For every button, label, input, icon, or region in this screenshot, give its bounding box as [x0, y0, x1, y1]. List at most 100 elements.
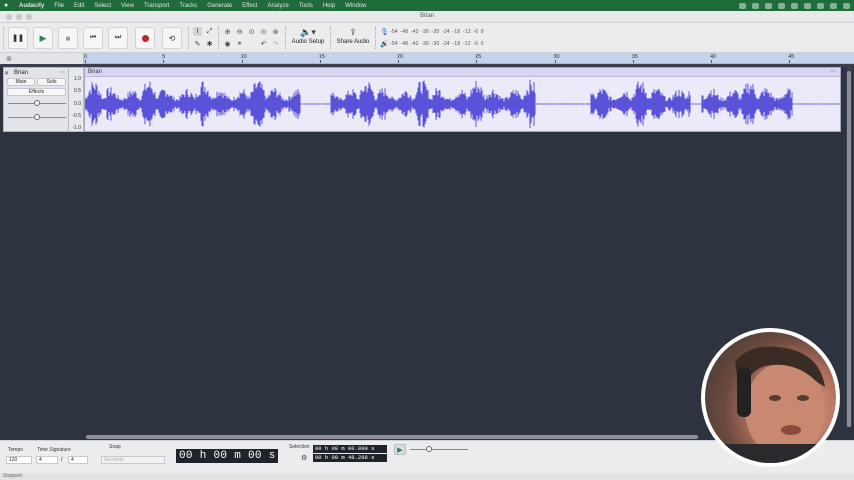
menu-item-effect[interactable]: Effect — [237, 3, 262, 9]
zoom-toggle-icon[interactable]: ⊛ — [271, 27, 280, 36]
apple-icon[interactable]: ● — [4, 2, 14, 9]
zoom-out-icon[interactable]: ⊖ — [235, 27, 244, 36]
menu-item-window[interactable]: Window — [340, 3, 371, 9]
mute-button[interactable]: Mute — [7, 78, 35, 86]
record-meter-scale: -54 -48 -42 -36 -30 -24 -18 -12 -6 0 — [390, 29, 484, 35]
fit-selection-icon[interactable]: ⊙ — [247, 27, 256, 36]
amplitude-tick: 0.5 — [74, 88, 81, 94]
pan-slider-knob[interactable] — [34, 114, 40, 120]
fit-project-icon[interactable]: ⊙ — [259, 27, 268, 36]
menu-item-view[interactable]: View — [116, 3, 139, 9]
playback-speed-knob[interactable] — [425, 446, 432, 452]
track-name[interactable]: Brian — [14, 70, 28, 76]
time-signature-denominator[interactable]: 4 — [68, 456, 88, 464]
status-icon[interactable] — [752, 2, 759, 9]
playback-meter[interactable]: 🔊 -54 -48 -42 -36 -30 -24 -18 -12 -6 0 — [380, 39, 505, 49]
menu-item-generate[interactable]: Generate — [202, 3, 237, 9]
redo-icon[interactable]: ↷ — [271, 39, 280, 48]
skip-end-button[interactable]: ⏭ — [108, 27, 128, 49]
vertical-scrollbar[interactable] — [846, 67, 852, 427]
pan-slider[interactable] — [8, 114, 66, 120]
menu-item-tracks[interactable]: Tracks — [174, 3, 202, 9]
ruler-tick-mark — [476, 60, 478, 63]
menu-item-audacity[interactable]: Audacity — [14, 3, 49, 9]
share-audio-button[interactable]: ⇪ Share Audio — [335, 26, 371, 50]
toolbar-grip[interactable] — [375, 27, 377, 49]
snap-select[interactable]: Seconds — [101, 456, 165, 464]
gain-slider-knob[interactable] — [34, 100, 40, 106]
time-signature-separator: / — [61, 457, 63, 463]
clip-menu-icon[interactable]: ⋯ — [830, 68, 836, 75]
control-center-icon[interactable] — [830, 2, 837, 9]
menu-item-transport[interactable]: Transport — [139, 3, 174, 9]
horizontal-scrollbar[interactable] — [86, 435, 698, 439]
selection-end-field[interactable]: 00 h 00 m 48.288 s — [313, 454, 387, 462]
menu-item-edit[interactable]: Edit — [69, 3, 89, 9]
selection-tool-icon[interactable]: I — [193, 27, 202, 36]
ruler-tick-mark — [398, 60, 399, 63]
clip-header[interactable]: Brian ⋯ — [85, 68, 840, 77]
selection-start-field[interactable]: 00 h 00 m 00.000 s — [313, 445, 387, 453]
tempo-field[interactable]: 120 — [6, 456, 32, 464]
ruler-tick-mark — [241, 60, 243, 63]
status-icon[interactable] — [739, 2, 746, 9]
close-track-icon[interactable]: ✕ — [4, 70, 9, 77]
toolbar-grip[interactable] — [285, 27, 287, 49]
record-meter[interactable]: 🎙 -54 -48 -42 -36 -30 -24 -18 -12 -6 0 — [380, 27, 505, 37]
undo-icon[interactable]: ↶ — [259, 39, 268, 48]
time-display[interactable]: 00 h 00 m 00 s — [176, 449, 278, 463]
effects-button[interactable]: Effects — [7, 88, 66, 96]
play-at-speed-button[interactable]: ▶ — [394, 444, 406, 455]
track-menu-icon[interactable]: ⋯ — [59, 69, 65, 76]
multi-tool-icon[interactable]: ✱ — [205, 39, 214, 48]
menu-item-help[interactable]: Help — [318, 3, 340, 9]
status-icon[interactable] — [791, 2, 798, 9]
pause-icon: ❚❚ — [12, 35, 24, 42]
playback-speed-slider[interactable] — [410, 446, 468, 452]
menu-item-analyze[interactable]: Analyze — [262, 3, 293, 9]
skip-start-button[interactable]: ⏮ — [83, 27, 103, 49]
silence-icon[interactable]: ⏸ — [235, 39, 244, 48]
menu-item-tools[interactable]: Tools — [294, 3, 318, 9]
toolbar-grip[interactable] — [218, 27, 220, 49]
toolbar-grip[interactable] — [3, 27, 5, 49]
timeline-ruler[interactable]: ⊚ 0 5 10 15 20 25 30 35 40 45 — [0, 53, 854, 64]
menu-item-file[interactable]: File — [49, 3, 69, 9]
ruler-tick-mark — [554, 60, 556, 63]
vertical-scrollbar-thumb[interactable] — [847, 71, 851, 427]
toolbar-grip[interactable] — [188, 27, 190, 49]
timeline-options-icon[interactable]: ⊚ — [6, 55, 12, 63]
status-icon[interactable] — [843, 2, 850, 9]
status-icon[interactable] — [778, 2, 785, 9]
pause-button[interactable]: ❚❚ — [8, 27, 28, 49]
record-icon — [141, 34, 149, 42]
zoom-in-icon[interactable]: ⊕ — [223, 27, 232, 36]
audio-clip[interactable]: Brian ⋯ — [84, 67, 841, 132]
playback-meter-scale: -54 -48 -42 -36 -30 -24 -18 -12 -6 0 — [390, 41, 484, 47]
status-icons — [739, 0, 850, 11]
time-signature-numerator[interactable]: 4 — [36, 456, 58, 464]
selection-options-icon[interactable]: ⚙ — [301, 454, 307, 462]
solo-button[interactable]: Solo — [37, 78, 66, 86]
ruler-lead: ⊚ — [0, 53, 84, 64]
status-icon[interactable] — [817, 2, 824, 9]
trim-icon[interactable]: ◉ — [223, 39, 232, 48]
wifi-icon[interactable] — [804, 2, 811, 9]
play-button[interactable]: ▶ — [33, 27, 53, 49]
stop-button[interactable]: ■ — [58, 27, 78, 49]
toolbar-grip[interactable] — [330, 27, 332, 49]
draw-tool-icon[interactable]: ✎ — [193, 39, 202, 48]
share-audio-label: Share Audio — [336, 39, 370, 45]
menu-item-select[interactable]: Select — [89, 3, 116, 9]
menu-bar: ● Audacity File Edit Select View Transpo… — [0, 0, 854, 11]
loop-button[interactable]: ⟲ — [162, 27, 182, 49]
audio-setup-button[interactable]: 🔈▾ Audio Setup — [290, 26, 326, 50]
waveform[interactable] — [85, 77, 840, 131]
status-icon[interactable] — [765, 2, 772, 9]
share-icon: ⇪ — [349, 27, 357, 37]
record-button[interactable] — [135, 27, 155, 49]
envelope-tool-icon[interactable]: ⤢ — [205, 27, 214, 36]
gain-slider[interactable] — [8, 100, 66, 106]
status-text: Stopped. — [3, 473, 24, 479]
selection-label: Selection — [289, 444, 310, 450]
